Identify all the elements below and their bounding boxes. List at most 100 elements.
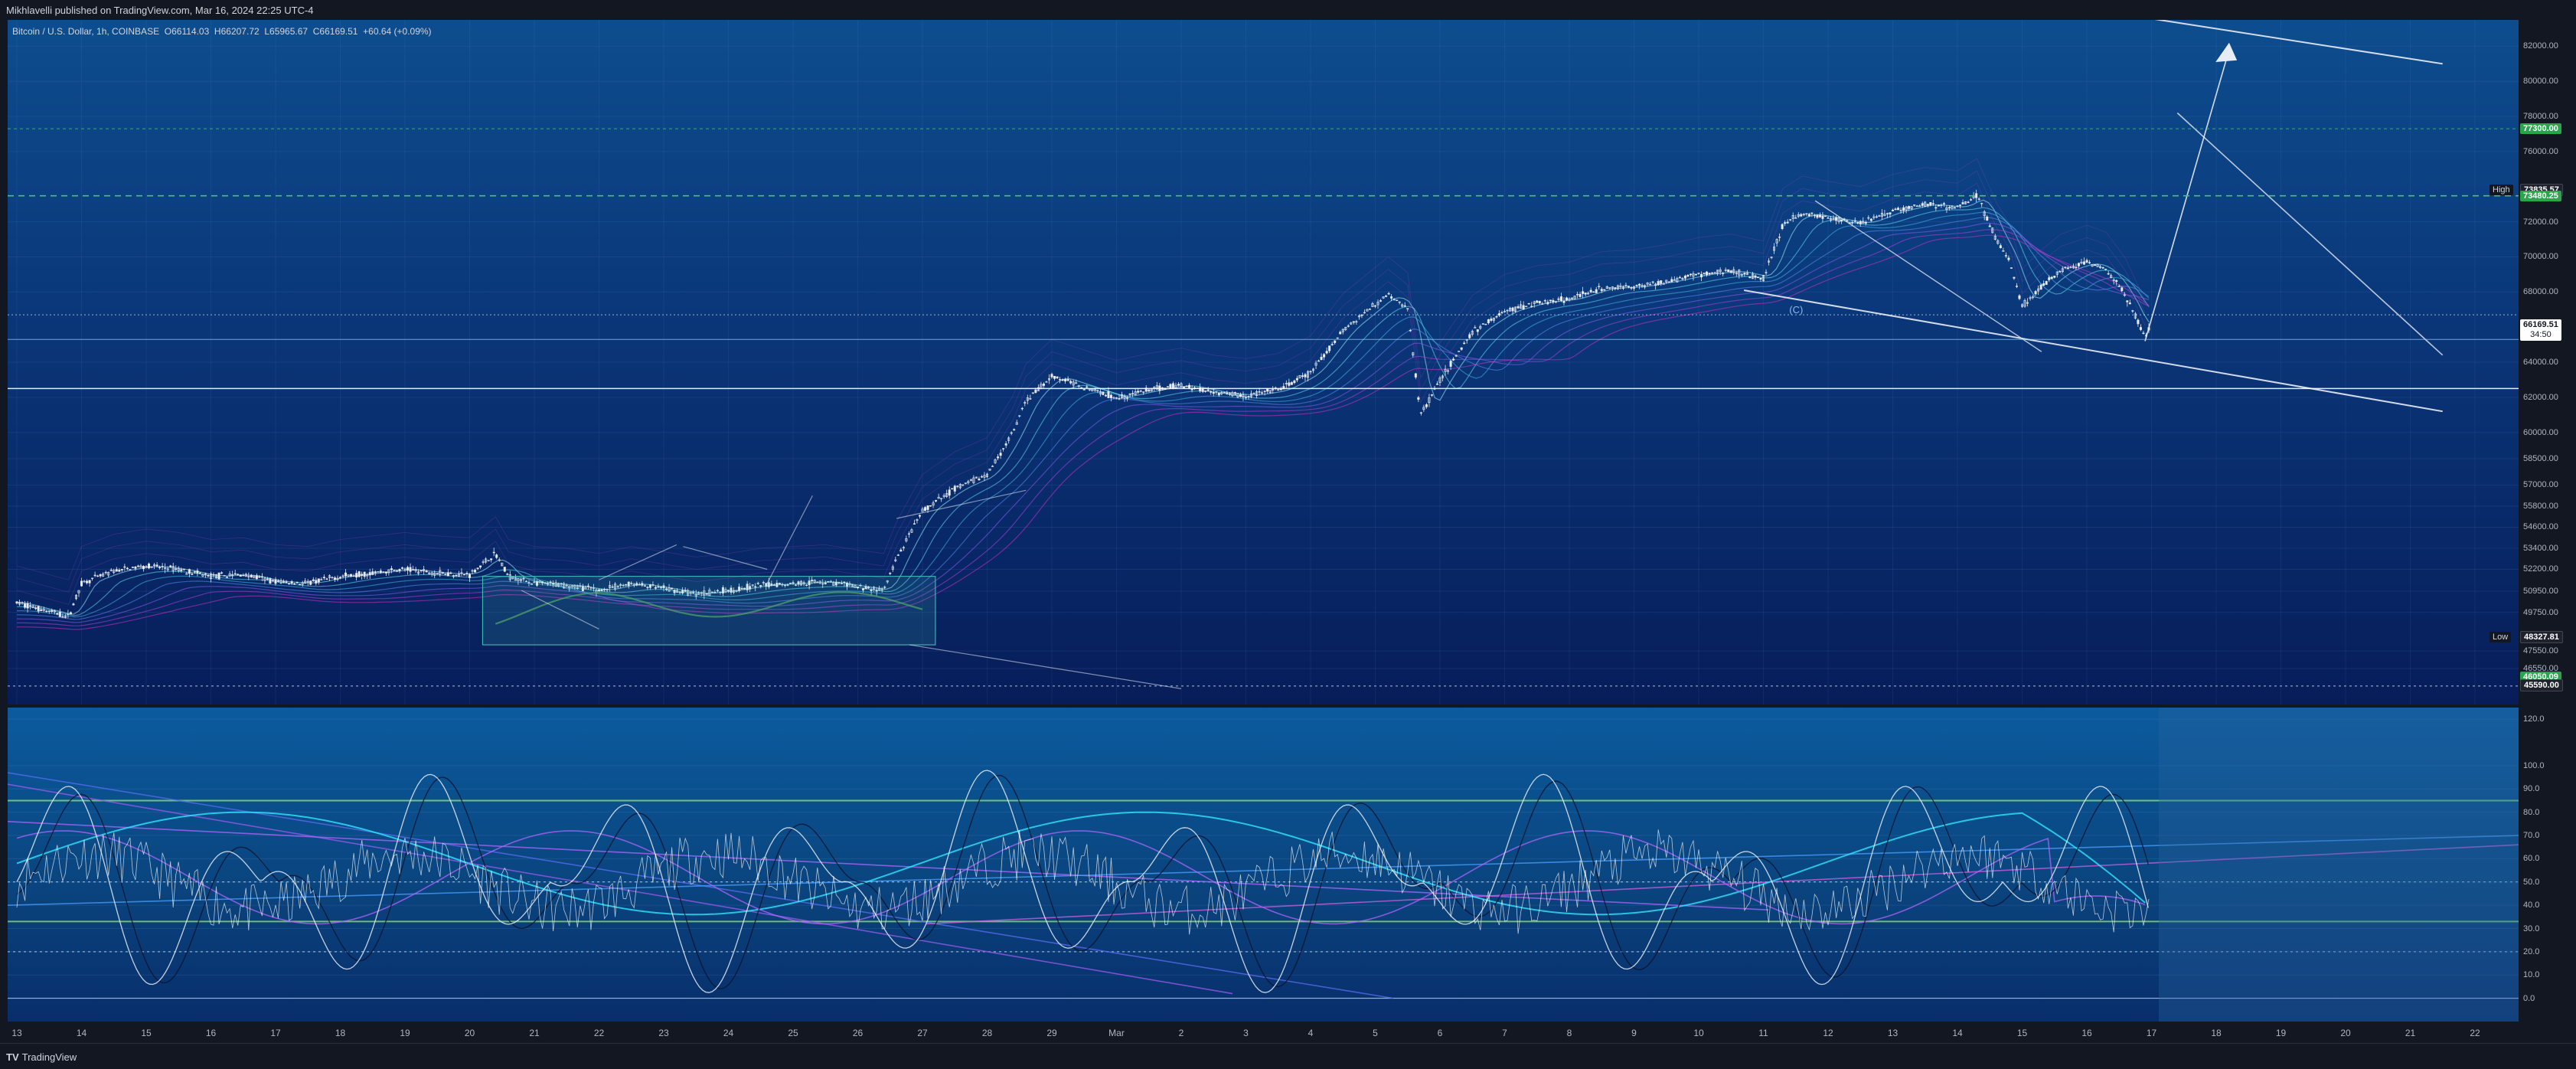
oscillator-svg[interactable] [8,708,2519,1022]
candle-body [1527,302,1530,305]
price-tick: 60000.00 [2523,427,2558,437]
candle-body [1004,443,1007,446]
ma-ribbon-line [16,222,2150,623]
candle-body [1042,383,1045,386]
candle-body [2059,271,2062,273]
candle-body [1247,396,1250,397]
osc-tick: 60.0 [2523,854,2540,864]
candle-body [88,580,91,584]
date-label: 15 [2016,1028,2028,1038]
candle-body [1727,269,1730,273]
candle-body [406,567,410,570]
change-value: +60.64 (+0.09%) [363,26,432,37]
osc-trend-line [8,835,2519,906]
price-tick: 78000.00 [2523,112,2558,122]
candle-body [935,500,938,502]
date-label: 22 [2470,1028,2480,1038]
price-axis[interactable]: 82000.00 80000.00 78000.00 76000.00 72000.00… [2519,20,2576,704]
date-label: 6 [1437,1028,1443,1038]
candle-body [1986,216,1989,221]
candle-body [1468,334,1471,338]
candle-body [1126,397,1129,399]
candle-body [1956,205,1959,207]
date-label: 13 [11,1028,22,1038]
date-label: 25 [788,1028,798,1038]
candle-body [1481,323,1484,325]
candle-body [455,574,458,577]
candle-body [2018,295,2021,299]
date-label: 23 [658,1028,669,1038]
candle-body [384,571,387,574]
candle-body [1325,351,1328,354]
target-arrow-head [2215,42,2238,63]
candle-body [2050,276,2053,280]
candle-body [350,574,353,577]
candle-body [1584,293,1587,295]
tradingview-logo[interactable]: TV TradingView [6,1051,77,1063]
candle-body [2053,276,2056,278]
symbol-legend[interactable]: Bitcoin / U.S. Dollar, 1h, COINBASE O661… [12,26,432,37]
candle-body [242,574,245,577]
publish-info: Mikhlavelli published on TradingView.com… [6,5,314,16]
candle-body [1295,378,1298,381]
ma-ribbon-line [17,217,2150,620]
price-chart-svg[interactable]: (C) [8,20,2519,704]
candle-body [2137,319,2140,325]
ma-ribbon-line [16,199,2150,615]
oscillator-axis[interactable]: 120.0 100.0 90.0 80.0 70.0 60.0 50.0 40.0 30.0 20… [2519,708,2576,1022]
date-label: 10 [1693,1028,1704,1038]
publish-bar: Mikhlavelli published on TradingView.com… [0,0,2576,20]
candle-body [2082,261,2085,265]
candle-body [1892,210,1895,211]
candle-body [118,570,121,572]
candle-body [1050,374,1053,378]
candle-body [158,567,162,568]
candle-body [2013,276,2016,279]
time-axis[interactable]: 13 14 15 16 17 18 19 20 21 22 23 24 25 26 27 28 29 Mar 2 3 4… [8,1022,2519,1043]
candle-body [1608,287,1611,289]
candle-body [495,554,498,558]
candle-body [207,574,210,577]
candle-body [58,612,61,617]
candle-body [1177,384,1180,386]
candle-body [2085,260,2088,263]
candle-body [1239,394,1242,397]
candle-body [355,573,358,578]
candle-body [1559,296,1562,301]
candle-body [1908,206,1911,209]
candle-body [1034,389,1037,393]
price-tick: 62000.00 [2523,392,2558,402]
candle-body [1425,404,1428,407]
tv-logo-icon: TV [6,1051,19,1063]
price-tick: 50950.00 [2523,587,2558,597]
candle-body [191,574,194,575]
candle-body [1975,193,1978,198]
price-chart-pane[interactable]: (C) [8,20,2519,704]
date-label: 8 [1566,1028,1572,1038]
candle-body [1894,208,1897,211]
logo-text: TradingView [21,1051,77,1063]
candle-body [1678,276,1681,279]
path-arrow [909,644,1182,689]
symbol-name: Bitcoin / U.S. Dollar, 1h, COINBASE [12,26,160,37]
date-label: 22 [593,1028,605,1038]
candle-body [1474,327,1477,329]
candle-body [333,577,336,580]
candle-body [196,570,199,574]
candle-body [1379,300,1383,302]
candle-body [169,565,172,567]
oscillator-pane[interactable] [8,708,2519,1022]
date-label: 21 [529,1028,540,1038]
candle-body [368,572,371,576]
osc-tick: 30.0 [2523,924,2540,933]
candle-body [1921,203,1924,206]
candle-body [1104,395,1107,397]
candle-body [1800,214,1803,217]
candle-body [913,523,916,525]
date-label: 17 [270,1028,281,1038]
candle-body [322,577,325,578]
date-label: 16 [205,1028,217,1038]
candle-body [1339,332,1342,335]
green-level-tag: 73480.25 [2520,190,2561,201]
candle-body [315,580,318,584]
